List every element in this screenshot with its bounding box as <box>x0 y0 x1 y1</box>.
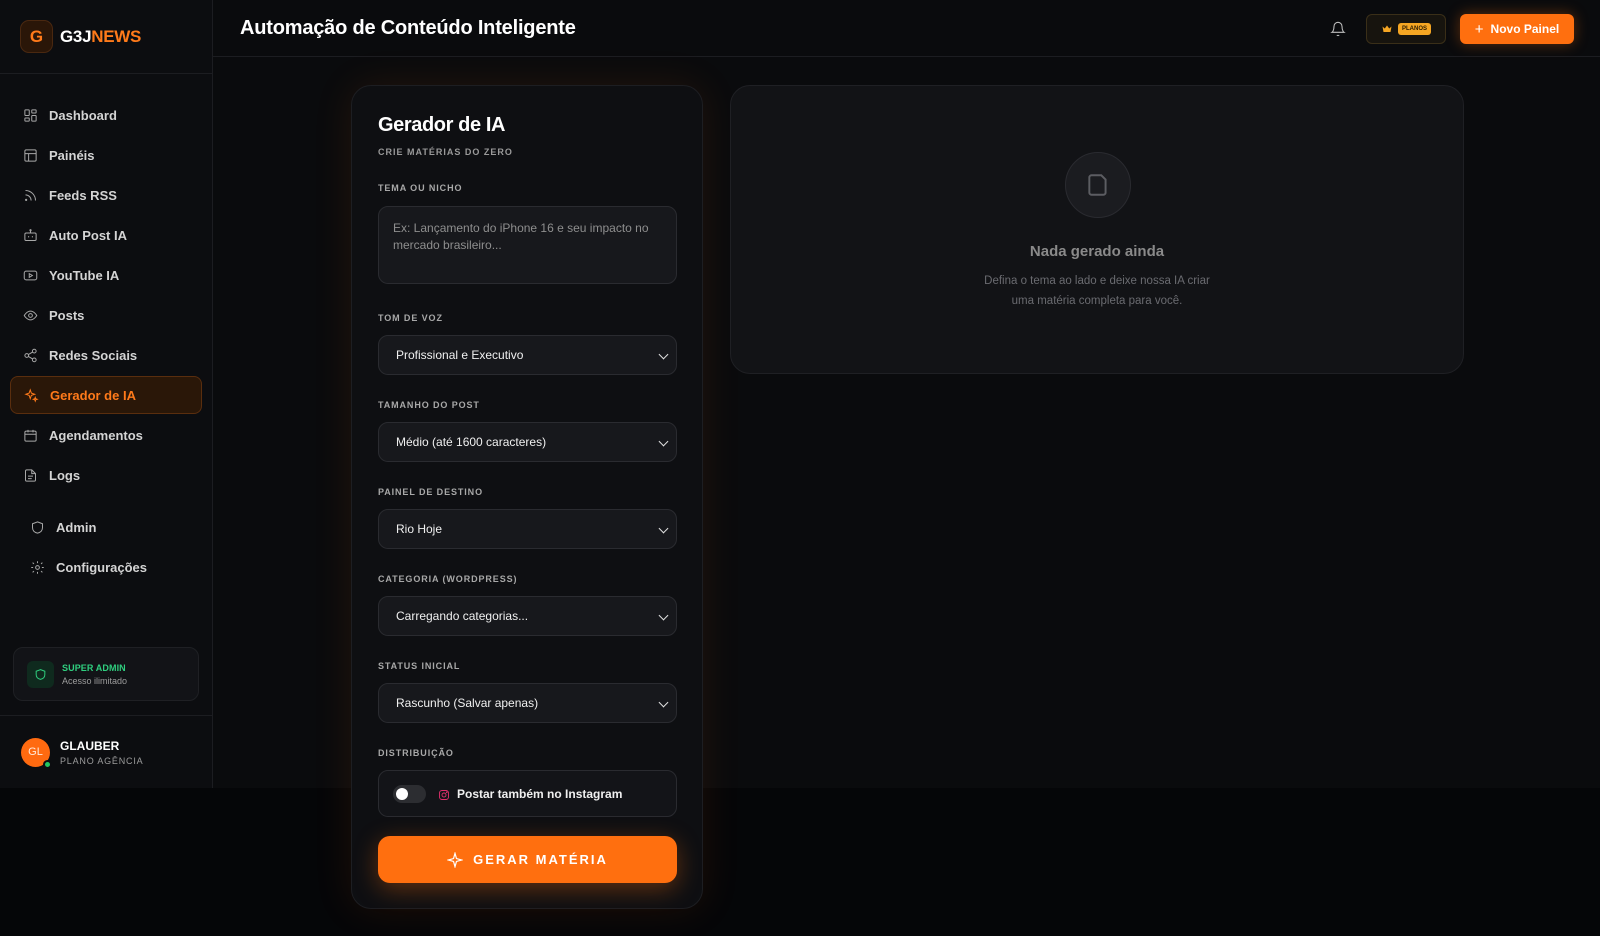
status-select[interactable]: Rascunho (Salvar apenas) <box>378 683 677 723</box>
topbar: Automação de Conteúdo Inteligente PLANOS… <box>213 0 1600 57</box>
sidebar-item-agendamentos[interactable]: Agendamentos <box>10 416 202 455</box>
chevron-down-icon <box>658 523 669 534</box>
sparkle-icon <box>447 851 464 868</box>
sidebar-item-feeds-rss[interactable]: Feeds RSS <box>10 176 202 215</box>
youtube-icon <box>23 270 38 281</box>
instagram-icon <box>438 788 450 800</box>
topic-label: TEMA OU NICHO <box>378 183 463 193</box>
sidebar-item-label: Posts <box>49 308 85 323</box>
toggle-knob <box>396 787 408 800</box>
empty-state-description: Defina o tema ao lado e deixe nossa IA c… <box>984 275 1210 307</box>
bot-icon <box>24 229 37 241</box>
sidebar-item-label: Configurações <box>56 560 148 575</box>
rss-icon <box>25 190 36 201</box>
user-plan: PLANO AGÊNCIA <box>60 755 144 766</box>
super-admin-badge: SUPER ADMIN Acesso ilimitado <box>13 647 199 701</box>
chevron-down-icon <box>658 610 669 621</box>
sidebar-item-label: Dashboard <box>49 108 117 123</box>
notifications-button[interactable] <box>1322 13 1354 45</box>
sidebar-nav: Dashboard Painéis Feeds RSS Auto Post IA… <box>10 96 202 588</box>
sidebar: G G3JNEWS Dashboard Painéis Feeds RSS Au… <box>0 0 213 788</box>
avatar: GL <box>21 737 52 769</box>
instagram-toggle-label: Postar também no Instagram <box>457 786 623 801</box>
sidebar-item-label: Feeds RSS <box>49 188 117 203</box>
instagram-distribution: Postar também no Instagram <box>378 770 677 817</box>
result-card: Nada gerado ainda Defina o tema ao lado … <box>730 85 1464 374</box>
sidebar-item-redes-sociais[interactable]: Redes Sociais <box>10 336 202 375</box>
bell-icon <box>1330 21 1346 37</box>
document-icon <box>1065 152 1131 218</box>
chevron-down-icon <box>658 436 669 447</box>
calendar-icon <box>24 429 37 442</box>
sidebar-item-gerador-ia[interactable]: Gerador de IA <box>10 376 202 414</box>
share-icon <box>24 348 37 363</box>
sidebar-item-label: Painéis <box>49 148 95 163</box>
instagram-toggle[interactable] <box>393 784 426 803</box>
plans-badge: PLANOS <box>1397 23 1431 35</box>
size-select[interactable]: Médio (até 1600 caracteres) <box>378 422 677 462</box>
page-title: Automação de Conteúdo Inteligente <box>240 16 576 39</box>
layout-icon <box>24 149 37 162</box>
distribution-label: DISTRIBUIÇÃO <box>378 748 454 758</box>
sidebar-item-youtube[interactable]: YouTube IA <box>10 256 202 295</box>
ai-generator-card: Gerador de IA CRIE MATÉRIAS DO ZERO TEMA… <box>351 85 703 909</box>
eye-icon <box>23 310 38 321</box>
sidebar-item-auto-post[interactable]: Auto Post IA <box>10 216 202 255</box>
tone-select[interactable]: Profissional e Executivo <box>378 335 677 375</box>
sidebar-item-paineis[interactable]: Painéis <box>10 136 202 175</box>
user-profile[interactable]: GL GLAUBER PLANO AGÊNCIA <box>0 715 212 788</box>
panel-label: PAINEL DE DESTINO <box>378 487 483 497</box>
empty-state-title: Nada gerado ainda <box>1029 243 1165 260</box>
sparkles-icon <box>24 387 39 403</box>
sidebar-item-logs[interactable]: Logs <box>10 456 202 495</box>
sidebar-item-dashboard[interactable]: Dashboard <box>10 96 202 135</box>
sidebar-item-configuracoes[interactable]: Configurações <box>10 548 202 587</box>
sidebar-item-posts[interactable]: Posts <box>10 296 202 335</box>
chevron-down-icon <box>658 349 669 360</box>
shield-icon <box>32 521 43 534</box>
category-select[interactable]: Carregando categorias... <box>378 596 677 636</box>
plus-icon: + <box>1474 20 1484 38</box>
grid-icon <box>24 109 37 122</box>
sidebar-item-label: YouTube IA <box>49 268 120 283</box>
category-label: CATEGORIA (WORDPRESS) <box>378 574 518 584</box>
new-panel-button[interactable]: + Novo Painel <box>1460 14 1574 44</box>
user-name: GLAUBER <box>60 738 120 753</box>
online-status-dot <box>43 759 52 769</box>
chevron-down-icon <box>658 697 669 708</box>
generator-subtitle: CRIE MATÉRIAS DO ZERO <box>378 147 513 157</box>
sidebar-item-label: Auto Post IA <box>49 228 127 243</box>
brand[interactable]: G G3JNEWS <box>0 0 212 74</box>
sidebar-item-label: Logs <box>49 468 81 483</box>
topic-input[interactable] <box>378 206 677 284</box>
super-admin-subtitle: Acesso ilimitado <box>62 675 128 686</box>
sidebar-item-admin[interactable]: Admin <box>10 508 202 547</box>
tone-label: TOM DE VOZ <box>378 313 443 323</box>
generate-article-button[interactable]: GERAR MATÉRIA <box>378 836 677 883</box>
gear-icon <box>31 561 44 574</box>
sidebar-item-label: Agendamentos <box>49 428 143 443</box>
shield-icon <box>27 660 54 688</box>
sidebar-item-label: Gerador de IA <box>50 387 136 403</box>
status-label: STATUS INICIAL <box>378 661 461 671</box>
crown-icon <box>1382 25 1392 32</box>
panel-select[interactable]: Rio Hoje <box>378 509 677 549</box>
brand-logo: G <box>20 20 53 53</box>
plans-button[interactable]: PLANOS <box>1366 14 1446 44</box>
size-label: TAMANHO DO POST <box>378 400 480 410</box>
sidebar-item-label: Redes Sociais <box>49 348 138 363</box>
super-admin-title: SUPER ADMIN <box>62 662 126 673</box>
file-icon <box>25 469 36 482</box>
brand-name: G3JNEWS <box>60 26 142 46</box>
sidebar-item-label: Admin <box>56 520 97 535</box>
generator-title: Gerador de IA <box>378 114 506 136</box>
